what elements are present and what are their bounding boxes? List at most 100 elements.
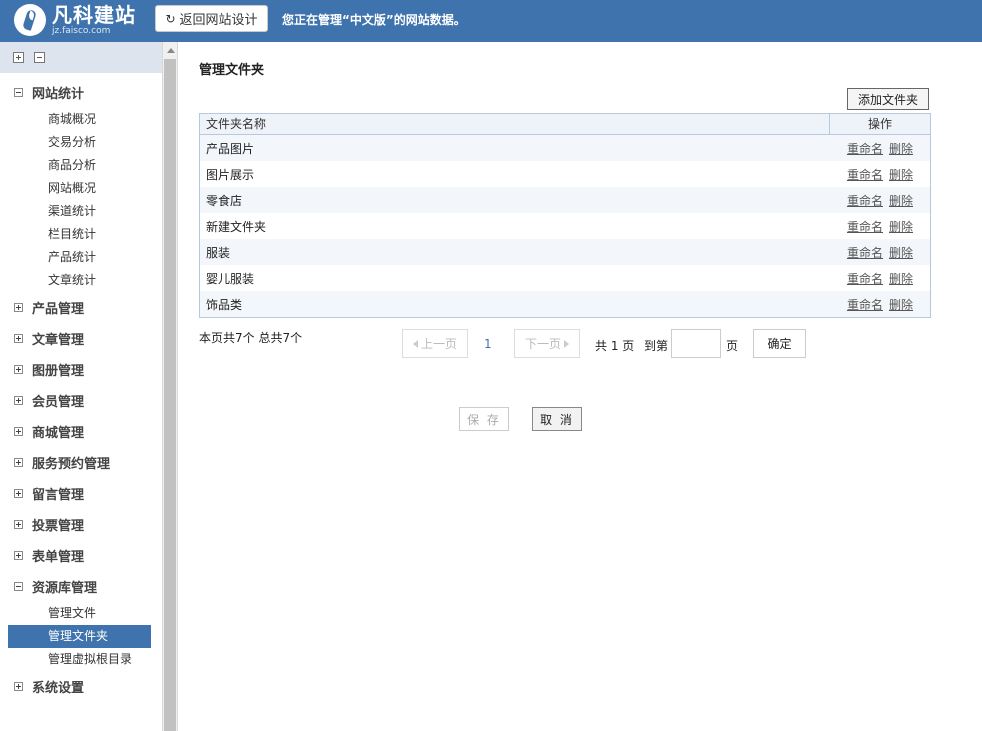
goto-page-input[interactable] <box>671 329 721 358</box>
sidebar-item[interactable]: 网站概况 <box>8 177 151 200</box>
delete-link[interactable]: 删除 <box>889 296 913 313</box>
scrollbar[interactable] <box>162 42 178 731</box>
prev-page-label: 上一页 <box>420 337 457 351</box>
prev-page-button[interactable]: 上一页 <box>402 329 468 358</box>
column-header-action: 操作 <box>867 117 892 131</box>
expand-icon[interactable] <box>14 396 23 405</box>
column-header-name: 文件夹名称 <box>200 114 830 134</box>
page-title: 管理文件夹 <box>199 63 265 78</box>
rename-link[interactable]: 重命名 <box>847 270 883 287</box>
total-pages: 共 1 页 <box>595 339 635 353</box>
folder-name: 饰品类 <box>206 297 243 312</box>
left-arrow-icon <box>412 339 418 348</box>
sidebar-group[interactable]: 产品管理 <box>0 292 162 323</box>
sidebar-group[interactable]: 文章管理 <box>0 323 162 354</box>
rename-link[interactable]: 重命名 <box>847 244 883 261</box>
rename-link[interactable]: 重命名 <box>847 166 883 183</box>
expand-icon[interactable] <box>14 551 23 560</box>
table-row: 产品图片 重命名 删除 <box>200 135 930 161</box>
expand-all-icon[interactable] <box>10 49 24 63</box>
sidebar-group[interactable]: 资源库管理 <box>0 571 162 602</box>
sidebar-group-label: 会员管理 <box>32 395 85 410</box>
rename-link[interactable]: 重命名 <box>847 140 883 157</box>
sidebar-group[interactable]: 投票管理 <box>0 509 162 540</box>
sidebar-group[interactable]: 系统设置 <box>0 671 162 702</box>
logo-url: jz.faisco.com <box>52 26 111 36</box>
sidebar-item[interactable]: 管理虚拟根目录 <box>8 648 151 671</box>
row-actions: 重命名 删除 <box>830 166 930 183</box>
expand-icon[interactable] <box>14 520 23 529</box>
sidebar-group-label: 留言管理 <box>32 488 85 503</box>
sidebar-group[interactable]: 图册管理 <box>0 354 162 385</box>
sidebar-item[interactable]: 商城概况 <box>8 108 151 131</box>
sidebar-item[interactable]: 栏目统计 <box>8 223 151 246</box>
sidebar: 网站统计 商城概况 交易分析 商品分析 网站概况 渠道统计 栏目统计 产品统计 文章统计 产品管理… <box>0 42 162 731</box>
delete-link[interactable]: 删除 <box>889 218 913 235</box>
table-row: 饰品类 重命名 删除 <box>200 291 930 317</box>
rename-link[interactable]: 重命名 <box>847 192 883 209</box>
refresh-icon: ↻ <box>165 11 176 26</box>
delete-link[interactable]: 删除 <box>889 140 913 157</box>
rename-link[interactable]: 重命名 <box>847 218 883 235</box>
sidebar-item[interactable]: 交易分析 <box>8 131 151 154</box>
collapse-icon[interactable] <box>14 88 23 97</box>
table-row: 服装 重命名 删除 <box>200 239 930 265</box>
collapse-all-icon[interactable] <box>31 49 45 63</box>
logo[interactable]: 凡科建站 jz.faisco.com <box>14 2 136 38</box>
rename-link[interactable]: 重命名 <box>847 296 883 313</box>
table-row: 新建文件夹 重命名 删除 <box>200 213 930 239</box>
sidebar-group[interactable]: 会员管理 <box>0 385 162 416</box>
table-row: 婴儿服装 重命名 删除 <box>200 265 930 291</box>
sidebar-group[interactable]: 留言管理 <box>0 478 162 509</box>
sidebar-group-label: 图册管理 <box>32 364 85 379</box>
row-actions: 重命名 删除 <box>830 270 930 287</box>
sidebar-group-label: 服务预约管理 <box>32 457 111 472</box>
scroll-thumb[interactable] <box>164 59 176 731</box>
table-body: 产品图片 重命名 删除 图片展示 重命名 删除 零食店 重命名 删除 新建文件夹 重命名 删除 服装 重命… <box>200 135 930 317</box>
delete-link[interactable]: 删除 <box>889 270 913 287</box>
expand-icon[interactable] <box>14 334 23 343</box>
expand-icon[interactable] <box>14 489 23 498</box>
sidebar-group-label: 投票管理 <box>32 519 85 534</box>
expand-icon[interactable] <box>14 365 23 374</box>
next-page-label: 下一页 <box>524 337 561 351</box>
table-header: 文件夹名称 操作 <box>200 114 930 135</box>
folder-name: 新建文件夹 <box>206 219 267 234</box>
current-page-number[interactable]: 1 <box>484 337 492 351</box>
sidebar-item[interactable]: 文章统计 <box>8 269 151 292</box>
sidebar-toolbar <box>0 42 162 73</box>
expand-icon[interactable] <box>14 682 23 691</box>
save-button[interactable]: 保 存 <box>459 407 509 431</box>
delete-link[interactable]: 删除 <box>889 192 913 209</box>
row-actions: 重命名 删除 <box>830 244 930 261</box>
pagination: 上一页 1 下一页 共 1 页 到第 页 确定 <box>402 329 812 358</box>
expand-icon[interactable] <box>14 458 23 467</box>
goto-label: 到第 <box>644 339 669 353</box>
sidebar-group[interactable]: 服务预约管理 <box>0 447 162 478</box>
sidebar-item[interactable]: 渠道统计 <box>8 200 151 223</box>
expand-icon[interactable] <box>14 427 23 436</box>
sidebar-item[interactable]: 管理文件夹 <box>8 625 151 648</box>
sidebar-item[interactable]: 产品统计 <box>8 246 151 269</box>
logo-name: 凡科建站 <box>52 3 136 27</box>
sidebar-item[interactable]: 管理文件 <box>8 602 151 625</box>
sidebar-group[interactable]: 表单管理 <box>0 540 162 571</box>
sidebar-group[interactable]: 网站统计 <box>0 77 162 108</box>
sidebar-item[interactable]: 商品分析 <box>8 154 151 177</box>
cancel-button[interactable]: 取 消 <box>532 407 582 431</box>
delete-link[interactable]: 删除 <box>889 244 913 261</box>
scroll-up-arrow-icon[interactable] <box>167 48 175 53</box>
folder-table: 文件夹名称 操作 产品图片 重命名 删除 图片展示 重命名 删除 零食店 重命名 删除 新建文件夹… <box>199 113 931 318</box>
next-page-button[interactable]: 下一页 <box>514 329 580 358</box>
add-folder-button[interactable]: 添加文件夹 <box>847 88 929 110</box>
row-actions: 重命名 删除 <box>830 192 930 209</box>
back-to-design-button[interactable]: ↻ 返回网站设计 <box>155 5 268 32</box>
delete-link[interactable]: 删除 <box>889 166 913 183</box>
site-notice: 您正在管理“中文版”的网站数据。 <box>282 13 466 27</box>
table-row: 图片展示 重命名 删除 <box>200 161 930 187</box>
expand-icon[interactable] <box>14 303 23 312</box>
collapse-icon[interactable] <box>14 582 23 591</box>
top-bar: 凡科建站 jz.faisco.com ↻ 返回网站设计 您正在管理“中文版”的网… <box>0 0 982 42</box>
goto-confirm-button[interactable]: 确定 <box>753 329 806 358</box>
sidebar-group[interactable]: 商城管理 <box>0 416 162 447</box>
